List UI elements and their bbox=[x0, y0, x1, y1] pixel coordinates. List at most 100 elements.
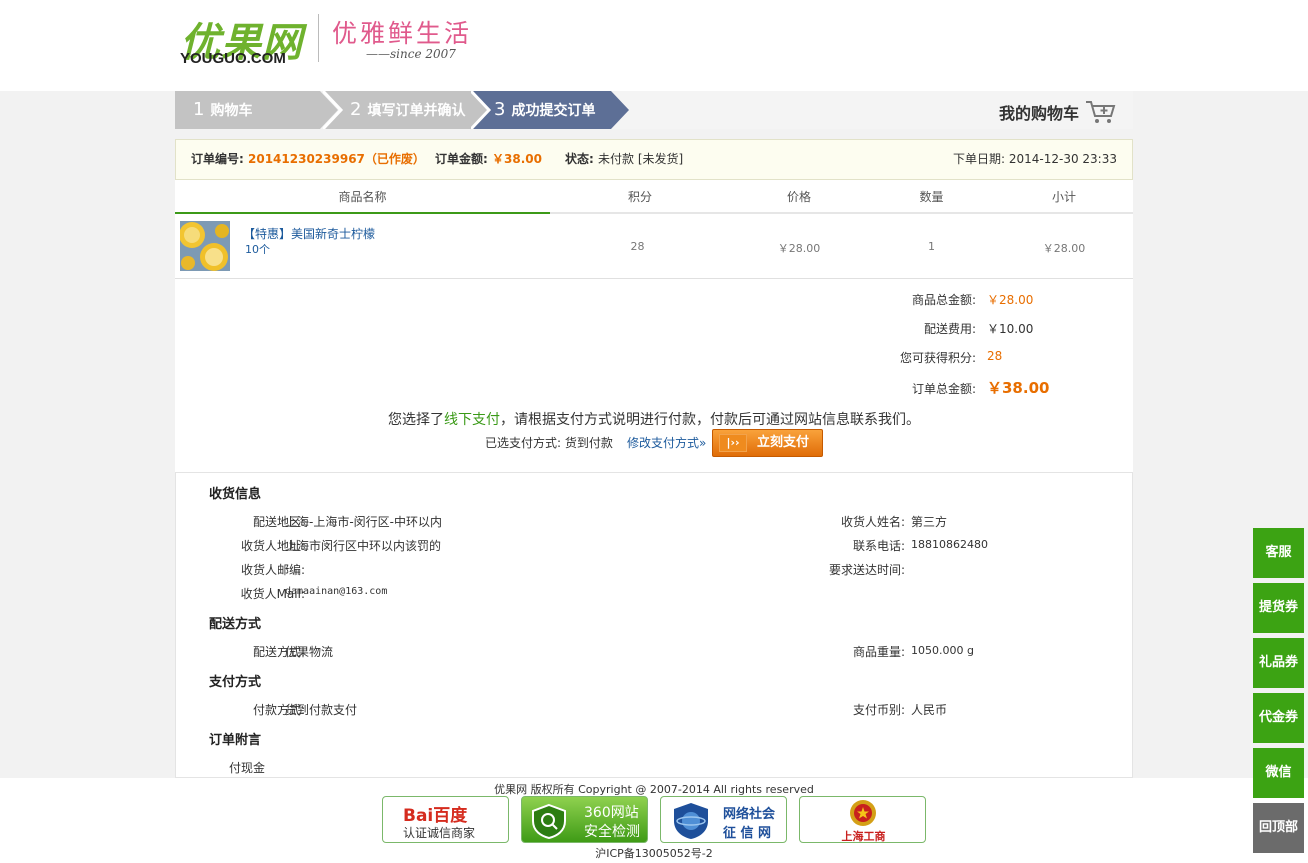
checkout-steps: 1 购物车 2 填写订单并确认 3 成功提交订单 我的购物车 bbox=[175, 91, 1133, 129]
earn-points-value: 28 bbox=[987, 349, 1003, 363]
currency-value: 人民币 bbox=[911, 703, 948, 717]
copyright: 优果网 版权所有 Copyright @ 2007-2014 All right… bbox=[494, 783, 814, 796]
icbc-badge-text: 上海工商 bbox=[841, 830, 886, 843]
delivery-method-value: 优果物流 bbox=[285, 645, 334, 659]
product-thumbnail[interactable] bbox=[180, 221, 230, 271]
region-value: 上海-上海市-闵行区-中环以内 bbox=[285, 515, 442, 529]
col-header-qty: 数量 bbox=[919, 190, 944, 204]
shield-icon bbox=[532, 803, 566, 839]
payment-instruction: 您选择了线下支付，请根据支付方式说明进行付款，付款后可通过网站信息联系我们。 bbox=[175, 409, 1133, 429]
globe-shield-icon bbox=[674, 803, 708, 839]
order-number-value: 20141230239967（已作废） bbox=[248, 152, 425, 166]
credit-badge-sub: 征 信 网 bbox=[723, 826, 772, 841]
baidu-trust-badge[interactable]: Bai百度 认证诚信商家 bbox=[382, 796, 509, 843]
payment-title: 支付方式 bbox=[209, 675, 262, 690]
receiver-name-value: 第三方 bbox=[911, 515, 948, 529]
logo-divider bbox=[318, 14, 319, 62]
step-success: 3 成功提交订单 bbox=[471, 91, 631, 129]
receiver-name-label: 收货人姓名: bbox=[840, 515, 905, 529]
row-divider bbox=[175, 278, 1133, 279]
site-footer: 优果网 版权所有 Copyright @ 2007-2014 All right… bbox=[0, 778, 1308, 863]
step-label: 购物车 bbox=[210, 103, 253, 119]
address-value: 上海市闵行区中环以内该罚的 bbox=[285, 539, 442, 553]
order-status-label: 状态: bbox=[565, 152, 594, 166]
cash-voucher-button[interactable]: 代金券 bbox=[1253, 693, 1304, 743]
phone-value: 18810862480 bbox=[911, 538, 988, 551]
gift-voucher-button[interactable]: 礼品券 bbox=[1253, 638, 1304, 688]
wechat-button[interactable]: 微信 bbox=[1253, 748, 1304, 798]
icp-record[interactable]: 沪ICP备13005052号-2 bbox=[0, 845, 1308, 861]
baidu-logo: Bai百度 bbox=[403, 806, 468, 826]
earn-points-label: 您可获得积分: bbox=[899, 351, 976, 365]
order-number: 订单编号: 20141230239967（已作废） bbox=[191, 140, 425, 179]
order-status-value: 未付款 [未发货] bbox=[598, 152, 684, 166]
goods-total-label: 商品总金额: bbox=[911, 293, 976, 307]
baidu-badge-text: 认证诚信商家 bbox=[403, 826, 476, 840]
delivery-time-label: 要求送达时间: bbox=[828, 563, 905, 577]
pay-method-value: 货到付款支付 bbox=[285, 703, 358, 717]
shipping-fee-label: 配送费用: bbox=[923, 322, 976, 336]
step-number: 1 bbox=[193, 99, 205, 120]
cart-icon bbox=[1086, 101, 1116, 123]
customer-service-button[interactable]: 客服 bbox=[1253, 528, 1304, 578]
order-detail-panel: 商品名称 积分 价格 数量 小计 【特惠】美国新奇士柠檬 10个 28 ￥28.… bbox=[175, 180, 1133, 472]
zip-value: - bbox=[285, 561, 290, 575]
selected-payment: 已选支付方式: 货到付款 bbox=[485, 434, 613, 451]
order-status: 状态: 未付款 [未发货] bbox=[565, 140, 683, 179]
pickup-voucher-button[interactable]: 提货券 bbox=[1253, 583, 1304, 633]
360-badge-title: 360网站 bbox=[584, 805, 639, 821]
site-since: ——since 2007 bbox=[366, 47, 456, 61]
payment-instruction-suffix: ，请根据支付方式说明进行付款，付款后可通过网站信息联系我们。 bbox=[500, 412, 920, 428]
shipping-info-title: 收货信息 bbox=[209, 487, 262, 502]
selected-payment-label: 已选支付方式: bbox=[485, 436, 562, 450]
delivery-title: 配送方式 bbox=[209, 617, 262, 632]
order-info-panel: 收货信息 配送地区: 上海-上海市-闵行区-中环以内 收货人姓名: 第三方 收货… bbox=[175, 472, 1133, 778]
shanghai-icbc-badge[interactable]: 上海工商 bbox=[799, 796, 926, 843]
selected-payment-value: 货到付款 bbox=[564, 436, 613, 450]
currency-label: 支付币别: bbox=[852, 703, 905, 717]
order-amount: 订单金额: ￥38.00 bbox=[435, 140, 542, 179]
credit-network-badge[interactable]: 网络社会 征 信 网 bbox=[660, 796, 787, 843]
step-fill-order: 2 填写订单并确认 bbox=[323, 91, 493, 129]
order-amount-label: 订单金额: bbox=[435, 152, 488, 166]
remark-text: 付现金 bbox=[229, 761, 266, 775]
shipping-fee-value: ￥10.00 bbox=[987, 322, 1034, 336]
site-logo-domain: YOUGUO.COM bbox=[180, 50, 286, 67]
zip-label: 收货人邮编: bbox=[240, 563, 305, 577]
weight-value: 1050.000 g bbox=[911, 644, 974, 657]
order-number-label: 订单编号: bbox=[191, 152, 244, 166]
change-payment-link[interactable]: 修改支付方式» bbox=[627, 434, 706, 451]
credit-badge-title: 网络社会 bbox=[723, 807, 776, 822]
my-cart-link[interactable]: 我的购物车 bbox=[999, 99, 1117, 125]
back-to-top-button[interactable]: 回顶部 bbox=[1253, 803, 1304, 853]
product-qty: 1 bbox=[928, 240, 935, 253]
order-date: 下单日期: 2014-12-30 23:33 bbox=[953, 140, 1117, 179]
weight-label: 商品重量: bbox=[852, 645, 905, 659]
360-badge-sub: 安全检测 bbox=[584, 824, 640, 840]
step-number: 2 bbox=[350, 99, 362, 120]
header-active-underline bbox=[175, 212, 550, 214]
my-cart-label: 我的购物车 bbox=[998, 104, 1079, 123]
col-header-points: 积分 bbox=[627, 190, 652, 204]
offline-payment-link[interactable]: 线下支付 bbox=[444, 412, 500, 428]
step-label: 成功提交订单 bbox=[511, 103, 596, 119]
site-slogan: 优雅鲜生活 bbox=[332, 19, 473, 48]
360-security-badge[interactable]: 360网站 安全检测 bbox=[521, 796, 648, 843]
order-total-label: 订单总金额: bbox=[911, 382, 976, 396]
order-summary-bar: 订单编号: 20141230239967（已作废） 订单金额: ￥38.00 状… bbox=[175, 139, 1133, 180]
pay-now-button[interactable]: |›› 立刻支付 bbox=[712, 429, 823, 457]
pay-now-label: 立刻支付 bbox=[757, 435, 810, 450]
product-spec: 10个 bbox=[245, 243, 270, 256]
product-name-link[interactable]: 【特惠】美国新奇士柠檬 bbox=[243, 225, 375, 242]
goods-total-value: ￥28.00 bbox=[987, 293, 1034, 307]
step-number: 3 bbox=[494, 99, 506, 120]
product-points: 28 bbox=[630, 240, 645, 253]
order-total-value: ￥38.00 bbox=[987, 379, 1050, 397]
product-subtotal: ￥28.00 bbox=[1042, 242, 1086, 255]
col-header-name: 商品名称 bbox=[338, 190, 387, 204]
payment-instruction-prefix: 您选择了 bbox=[388, 412, 444, 428]
step-label: 填写订单并确认 bbox=[367, 103, 466, 119]
order-amount-value: ￥38.00 bbox=[492, 152, 542, 166]
order-date-label: 下单日期: bbox=[952, 152, 1006, 166]
mail-value: damaainan@163.com bbox=[285, 586, 388, 597]
